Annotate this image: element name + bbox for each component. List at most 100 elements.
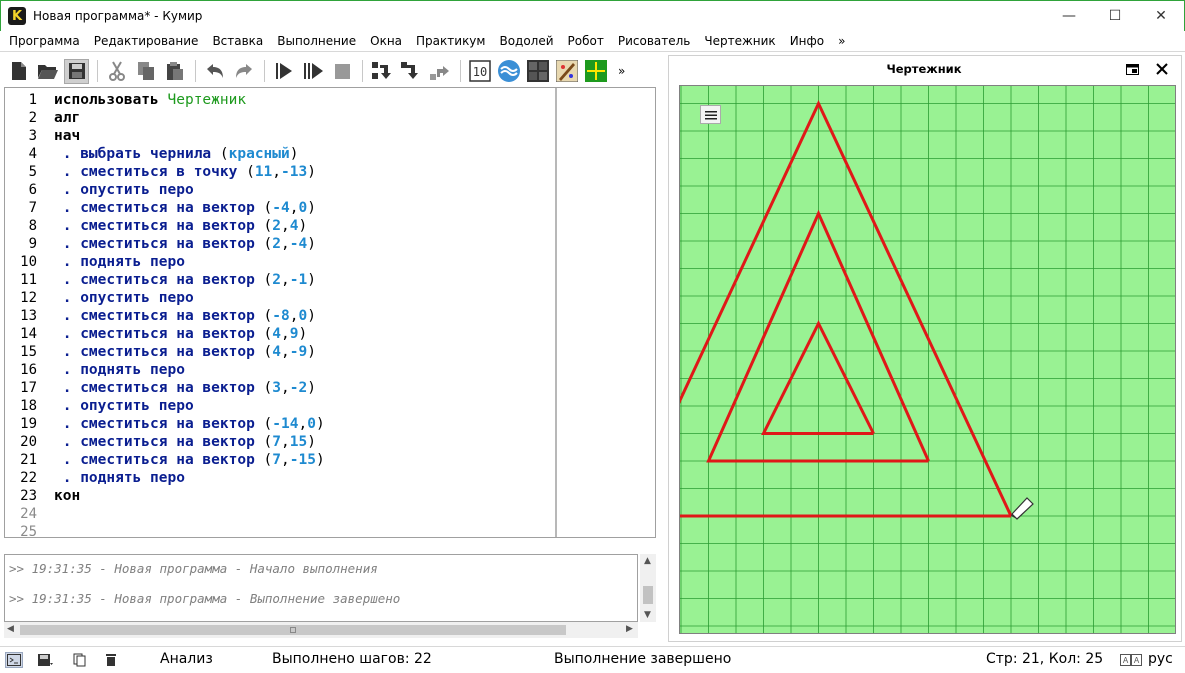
run-step-button[interactable]: [300, 59, 325, 84]
menu-robot[interactable]: Робот: [563, 31, 609, 52]
run-button[interactable]: [271, 59, 296, 84]
code-token: .: [54, 398, 81, 414]
paste-button[interactable]: [162, 59, 187, 84]
scroll-up-arrow-icon[interactable]: ▲: [644, 556, 651, 566]
minimize-button[interactable]: —: [1046, 1, 1092, 31]
line-number: 10: [20, 254, 37, 270]
scroll-down-arrow-icon[interactable]: ▼: [644, 610, 651, 620]
code-token: .: [54, 164, 81, 180]
toolbar-separator: [195, 60, 196, 82]
code-line[interactable]: . выбрать чернила (красный): [54, 145, 299, 163]
code-area[interactable]: использовать Чертежник алг нач . выбрать ч…: [49, 88, 557, 537]
menu-practicum[interactable]: Практикум: [411, 31, 490, 52]
code-line[interactable]: . опустить перо: [54, 181, 194, 199]
code-line[interactable]: . сместиться на вектор (2,-4): [54, 235, 316, 253]
code-line[interactable]: . сместиться на вектор (4,9): [54, 325, 307, 343]
save-button[interactable]: [64, 58, 89, 84]
console-text-area[interactable]: >> 19:31:35 - Новая программа - Начало в…: [4, 554, 638, 622]
cut-button[interactable]: [104, 59, 129, 84]
line-number: 1: [28, 92, 37, 108]
risovatel-icon: [555, 60, 578, 82]
console-vertical-scrollbar[interactable]: ▲ ▼: [640, 554, 656, 622]
new-file-button[interactable]: [6, 59, 31, 84]
menu-edit[interactable]: Редактирование: [89, 31, 204, 52]
code-line[interactable]: алг: [54, 109, 80, 127]
undock-button[interactable]: [1123, 60, 1141, 78]
code-line[interactable]: . опустить перо: [54, 289, 194, 307]
step-over-button[interactable]: [369, 59, 394, 84]
number-tool-button[interactable]: 10: [467, 59, 492, 84]
line-number: 4: [28, 146, 37, 162]
menu-more[interactable]: »: [833, 31, 850, 52]
open-file-button[interactable]: [35, 59, 60, 84]
scroll-left-arrow-icon[interactable]: ◀: [7, 624, 14, 634]
menu-chertezhnik[interactable]: Чертежник: [699, 31, 780, 52]
code-token: .: [54, 308, 81, 324]
code-token: .: [54, 452, 81, 468]
status-copy-button[interactable]: [72, 652, 90, 668]
code-line[interactable]: . сместиться на вектор (7,15): [54, 433, 316, 451]
code-line[interactable]: нач: [54, 127, 80, 145]
code-token: поднять перо: [80, 362, 185, 378]
stop-button[interactable]: [329, 59, 354, 84]
code-line[interactable]: . сместиться на вектор (2,-1): [54, 271, 316, 289]
menu-run[interactable]: Выполнение: [272, 31, 361, 52]
code-line[interactable]: . сместиться на вектор (2,4): [54, 217, 307, 235]
redo-icon: [235, 64, 252, 78]
drawing-canvas[interactable]: [679, 85, 1176, 634]
code-token: нач: [54, 128, 81, 144]
status-clear-button[interactable]: [102, 652, 120, 668]
number-icon: 10: [468, 60, 491, 82]
code-token: сместиться на вектор: [80, 344, 264, 360]
code-token: сместиться на вектор: [80, 416, 264, 432]
code-token: (: [263, 218, 273, 234]
chertezhnik-button[interactable]: [583, 59, 608, 84]
window-title: Новая программа* - Кумир: [33, 9, 203, 23]
window-controls: — ☐ ✕: [1046, 1, 1184, 31]
canvas-menu-button[interactable]: [700, 105, 721, 124]
code-line[interactable]: . сместиться на вектор (4,-9): [54, 343, 316, 361]
toolbar-more-button[interactable]: »: [618, 64, 625, 78]
code-line[interactable]: . сместиться на вектор (3,-2): [54, 379, 316, 397]
panel-close-button[interactable]: [1153, 60, 1171, 78]
robot-button[interactable]: [525, 59, 550, 84]
menu-windows[interactable]: Окна: [365, 31, 407, 52]
undo-button[interactable]: [202, 59, 227, 84]
code-line[interactable]: . опустить перо: [54, 397, 194, 415]
vodoley-button[interactable]: [496, 59, 521, 84]
maximize-button[interactable]: ☐: [1092, 1, 1138, 31]
code-line[interactable]: . сместиться на вектор (7,-15): [54, 451, 325, 469]
step-into-button[interactable]: [398, 59, 423, 84]
menu-risovatel[interactable]: Рисователь: [613, 31, 696, 52]
scroll-right-arrow-icon[interactable]: ▶: [626, 624, 633, 634]
code-line[interactable]: . поднять перо: [54, 253, 185, 271]
code-line[interactable]: . сместиться в точку (11,-13): [54, 163, 316, 181]
new-file-icon: [11, 62, 26, 80]
code-line[interactable]: . сместиться на вектор (-8,0): [54, 307, 316, 325]
menu-vodoley[interactable]: Водолей: [494, 31, 558, 52]
undock-icon: [1125, 63, 1139, 75]
code-line[interactable]: . поднять перо: [54, 469, 185, 487]
close-button[interactable]: ✕: [1138, 1, 1184, 31]
code-line[interactable]: . сместиться на вектор (-4,0): [54, 199, 316, 217]
console-horizontal-scrollbar[interactable]: ◀ ▶: [4, 622, 638, 638]
console-toggle-button[interactable]: [5, 652, 23, 668]
redo-button[interactable]: [231, 59, 256, 84]
language-indicator[interactable]: рус: [1148, 651, 1173, 667]
code-line[interactable]: . сместиться на вектор (-14,0): [54, 415, 325, 433]
code-token: 2: [272, 218, 281, 234]
scroll-thumb[interactable]: [643, 586, 653, 604]
menu-info[interactable]: Инфо: [785, 31, 829, 52]
code-editor[interactable]: 1 2 3 4 5 6 7 8 9 10 11 12 13 14 15 16 17 18 19 20 21 22 23 24 2…: [4, 87, 656, 540]
risovatel-button[interactable]: [554, 59, 579, 84]
code-line[interactable]: кон: [54, 487, 80, 505]
line-number: 11: [20, 272, 37, 288]
step-out-button[interactable]: [427, 59, 452, 84]
code-token: ): [307, 434, 316, 450]
menu-insert[interactable]: Вставка: [207, 31, 268, 52]
status-save-button[interactable]: [36, 652, 54, 668]
menu-program[interactable]: Программа: [4, 31, 85, 52]
copy-button[interactable]: [133, 59, 158, 84]
code-line[interactable]: . поднять перо: [54, 361, 185, 379]
code-line[interactable]: использовать Чертежник: [54, 91, 246, 109]
